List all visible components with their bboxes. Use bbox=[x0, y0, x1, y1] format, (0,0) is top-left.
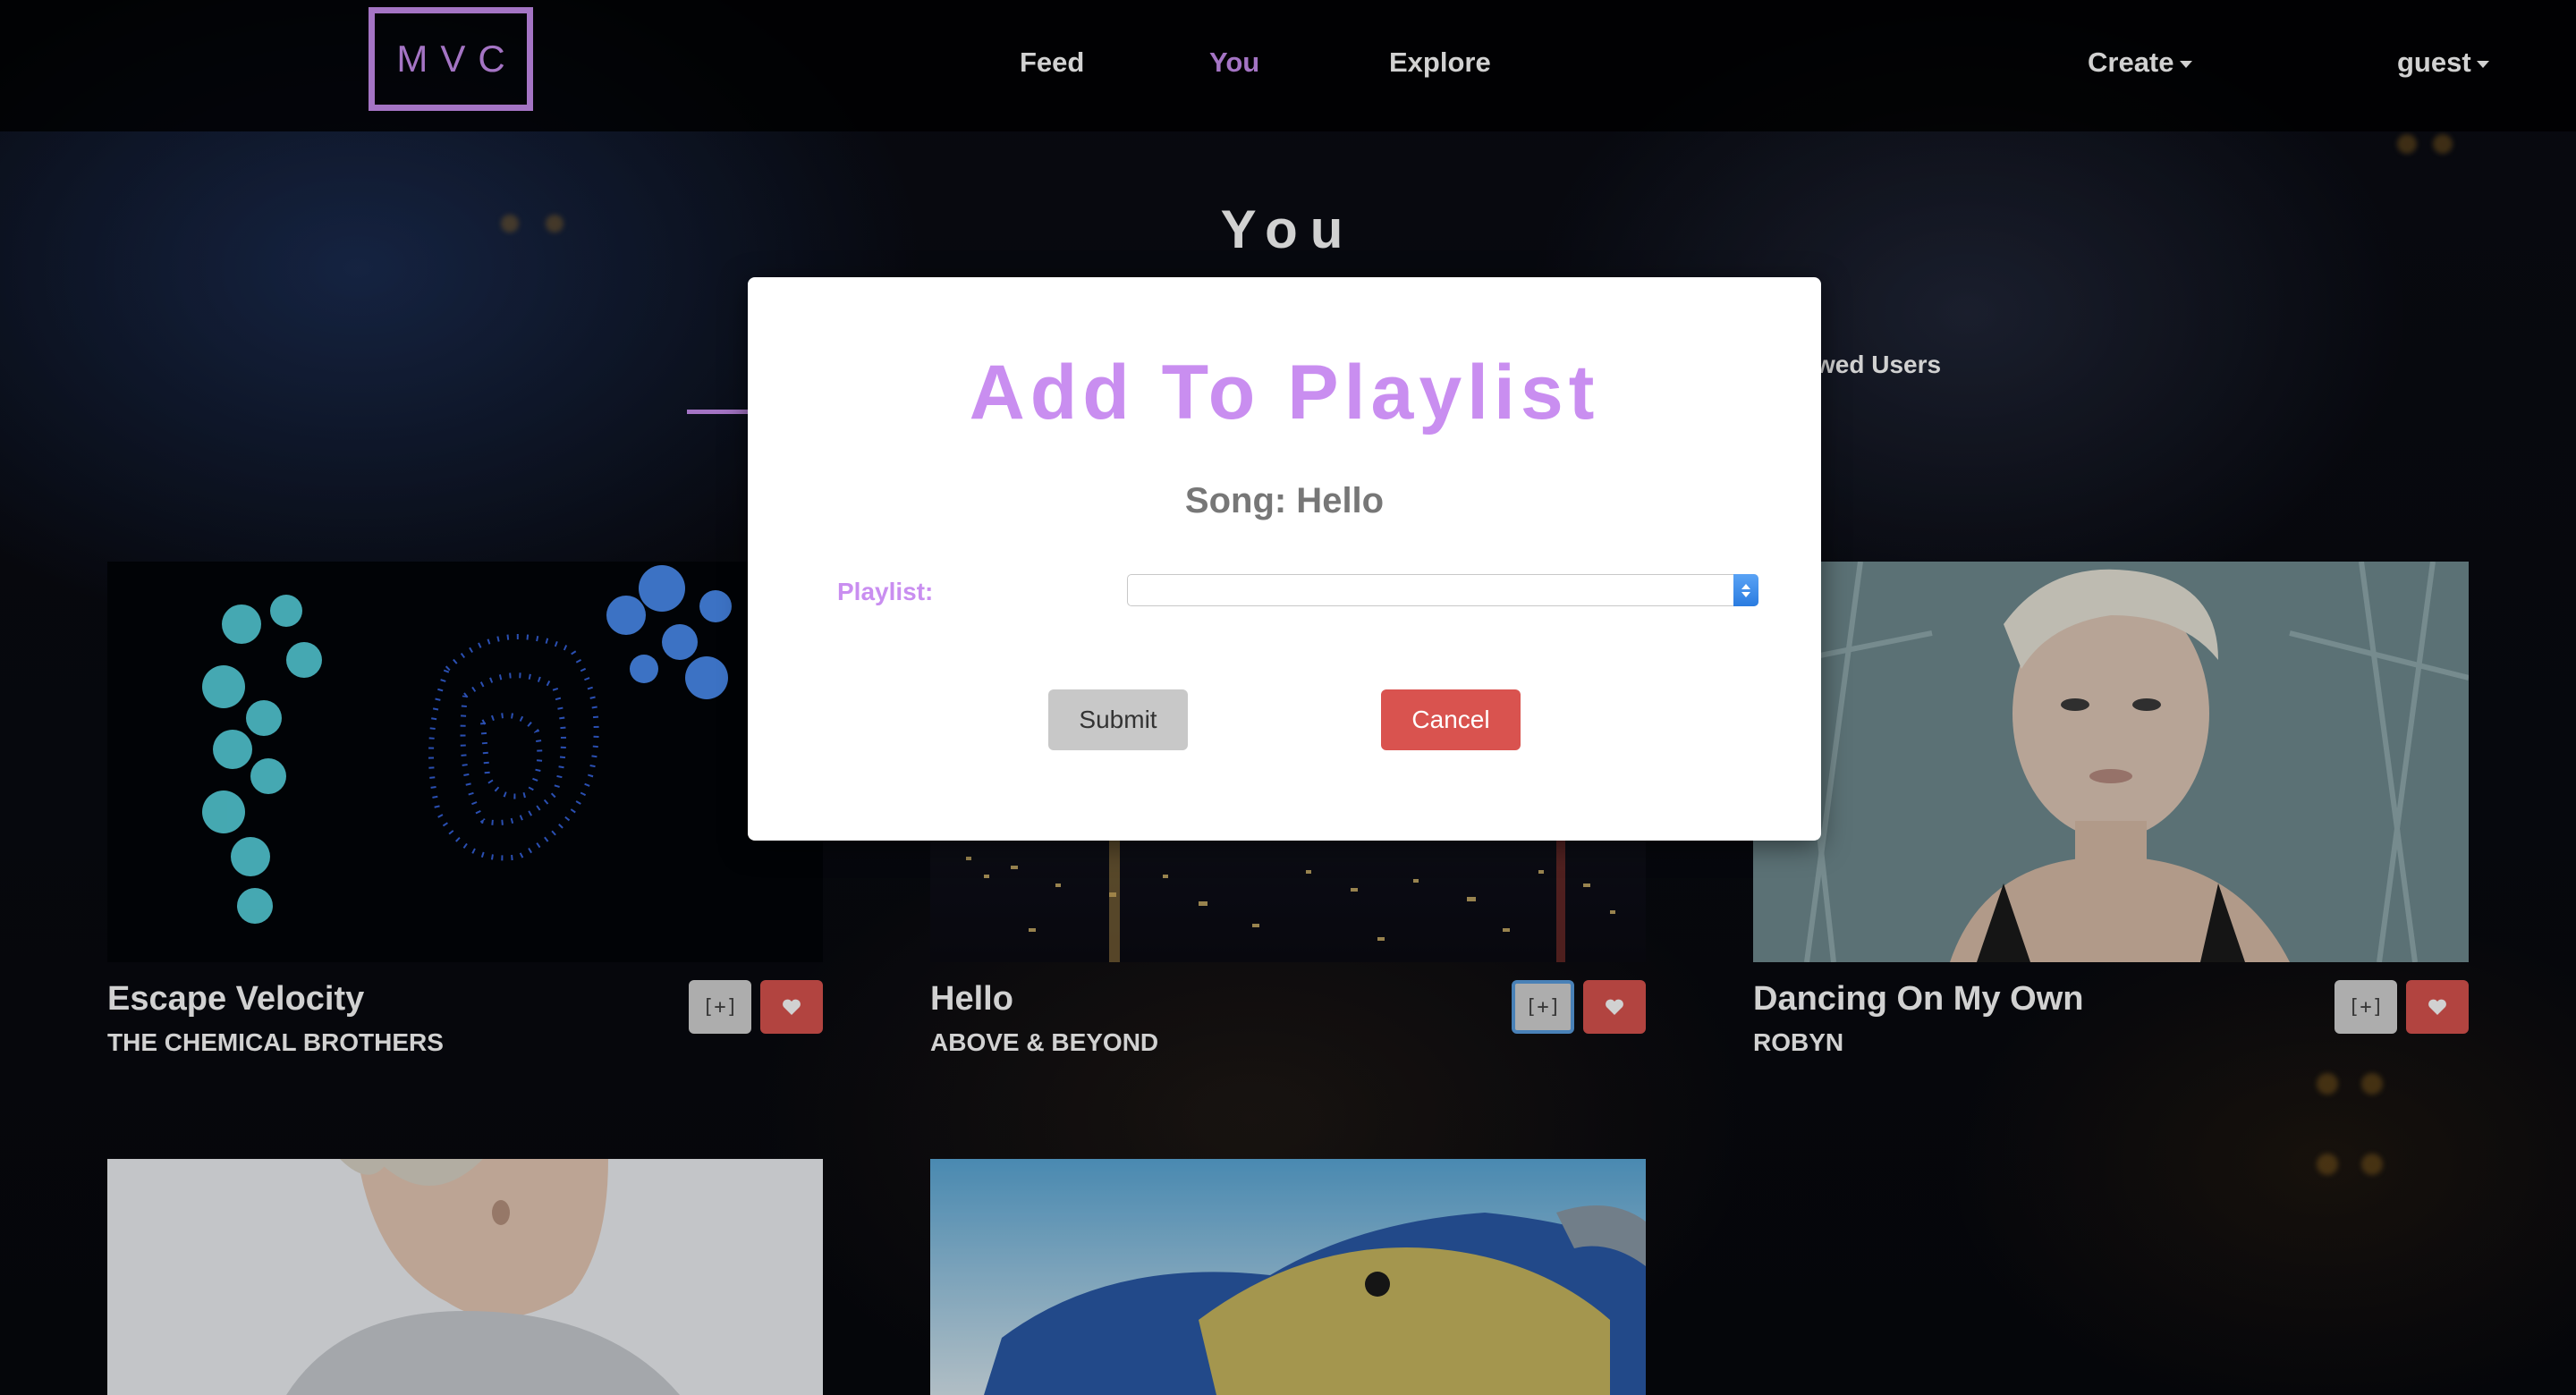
submit-button[interactable]: Submit bbox=[1048, 689, 1188, 750]
playlist-select[interactable] bbox=[1127, 574, 1758, 606]
add-to-playlist-modal: Add To Playlist Song: Hello Playlist: Su… bbox=[748, 277, 1821, 841]
select-arrows-icon[interactable] bbox=[1733, 574, 1758, 606]
cancel-button[interactable]: Cancel bbox=[1381, 689, 1521, 750]
modal-song-name: Song: Hello bbox=[1184, 481, 1385, 520]
playlist-label: Playlist: bbox=[837, 578, 934, 605]
modal-title: Add To Playlist bbox=[969, 350, 1600, 435]
